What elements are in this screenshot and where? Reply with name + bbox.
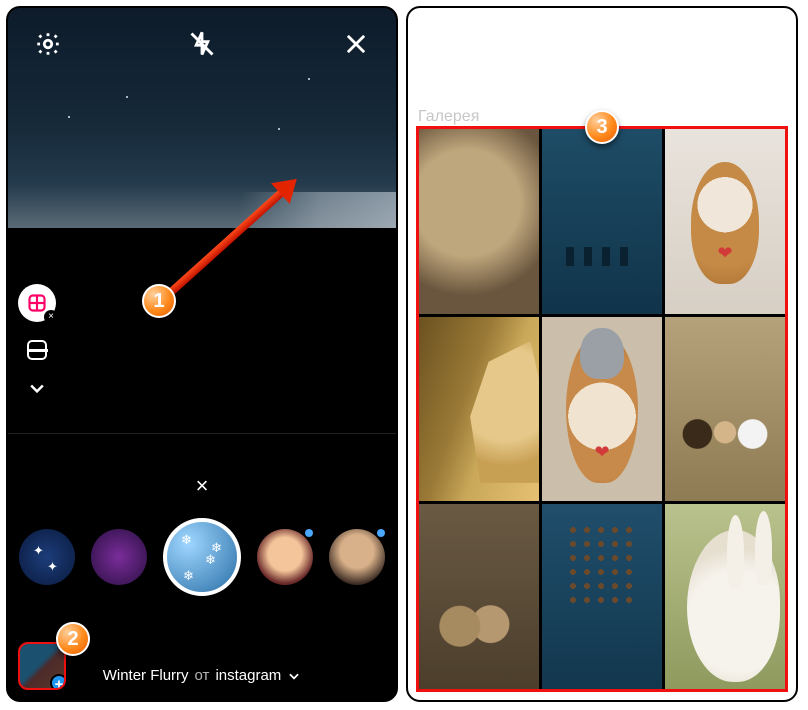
gear-icon[interactable] <box>34 30 62 58</box>
chevron-down-icon[interactable] <box>27 378 47 398</box>
new-badge-icon <box>375 527 387 539</box>
filter-nebula-purple[interactable] <box>91 529 147 585</box>
layout-tool-button[interactable]: × <box>18 284 56 322</box>
gallery-item[interactable]: ❤ <box>665 129 785 314</box>
gallery-screen: Галерея ❤ ❤ 3 <box>406 6 798 702</box>
annotation-marker-2: 2 <box>56 622 90 656</box>
filter-author: instagram <box>215 667 281 684</box>
filter-label[interactable]: Winter Flurry от instagram <box>8 667 396 684</box>
camera-screen: × × ✦✦ ❄ ❄ ❄ ❄ <box>6 6 398 702</box>
filter-close-button[interactable]: × <box>196 473 209 499</box>
layout-grid-icon <box>27 293 47 313</box>
gallery-grid: ❤ ❤ <box>416 126 788 692</box>
gallery-item[interactable] <box>419 129 539 314</box>
gallery-item[interactable]: ❤ <box>542 317 662 502</box>
gallery-item[interactable] <box>665 504 785 689</box>
chevron-down-icon <box>287 669 301 683</box>
filter-carousel[interactable]: ✦✦ ❄ ❄ ❄ ❄ <box>8 514 396 600</box>
filter-face-mask[interactable] <box>257 529 313 585</box>
plus-icon: + <box>50 674 66 690</box>
multi-capture-button[interactable] <box>27 340 47 360</box>
filter-from-word: от <box>195 667 210 684</box>
annotation-marker-1: 1 <box>142 284 176 318</box>
gallery-item[interactable] <box>542 129 662 314</box>
filter-winter-flurry[interactable]: ❄ ❄ ❄ ❄ <box>163 518 241 596</box>
flash-off-icon[interactable] <box>188 30 216 58</box>
gallery-item[interactable] <box>419 317 539 502</box>
gallery-item[interactable] <box>419 504 539 689</box>
gallery-header <box>408 8 796 68</box>
annotation-marker-3: 3 <box>585 110 619 144</box>
close-icon[interactable] <box>342 30 370 58</box>
filter-sparkle-blue[interactable]: ✦✦ <box>19 529 75 585</box>
tool-dismiss-icon: × <box>44 310 58 324</box>
gallery-item[interactable] <box>665 317 785 502</box>
camera-viewfinder[interactable] <box>8 8 396 228</box>
gallery-title: Галерея <box>418 108 479 126</box>
gallery-item[interactable] <box>542 504 662 689</box>
filter-name: Winter Flurry <box>103 667 189 684</box>
new-badge-icon <box>303 527 315 539</box>
filter-portrait[interactable] <box>329 529 385 585</box>
